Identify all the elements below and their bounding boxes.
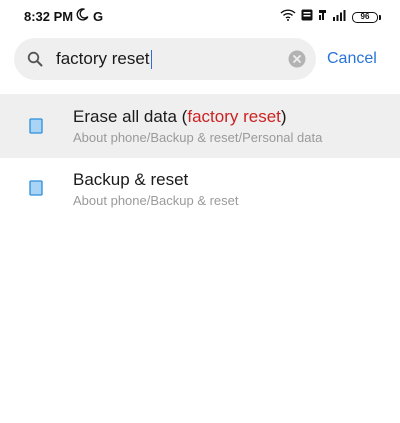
battery-icon: 96 [352, 11, 381, 23]
g-icon: G [93, 9, 104, 24]
cancel-button[interactable]: Cancel [327, 50, 377, 68]
wifi-icon [280, 8, 296, 26]
search-result-item[interactable]: Backup & reset About phone/Backup & rese… [0, 158, 400, 222]
battery-level: 96 [360, 12, 370, 21]
status-bar: 8:32 PM G 96 [0, 0, 400, 34]
result-title-suffix: Backup & reset [73, 170, 189, 189]
result-title-prefix: Erase all data ( [73, 107, 188, 126]
search-icon [27, 51, 43, 67]
search-result-item[interactable]: Erase all data (factory reset) About pho… [0, 94, 400, 158]
moon-icon [76, 8, 89, 26]
clear-icon[interactable] [288, 50, 306, 68]
volte-icon [301, 8, 313, 26]
search-input[interactable]: factory reset [56, 49, 153, 69]
signal-icon [333, 8, 347, 26]
text-caret [150, 49, 153, 69]
result-title: Erase all data (factory reset) [73, 107, 287, 127]
battery-cap [379, 14, 381, 20]
status-left-icons: G [76, 8, 104, 26]
status-time: 8:32 PM [24, 9, 74, 24]
phone-icon [29, 118, 43, 134]
result-path: About phone/Backup & reset [73, 193, 239, 208]
network-4g-icon [318, 8, 328, 26]
status-right-icons: 96 [280, 8, 381, 26]
search-box[interactable]: factory reset [14, 38, 316, 80]
result-title: Backup & reset [73, 170, 188, 190]
result-path: About phone/Backup & reset/Personal data [73, 130, 323, 145]
phone-icon [29, 180, 43, 196]
result-title-match: factory reset [187, 107, 281, 126]
search-input-value[interactable]: factory reset [56, 49, 150, 69]
result-title-suffix: ) [280, 107, 287, 126]
